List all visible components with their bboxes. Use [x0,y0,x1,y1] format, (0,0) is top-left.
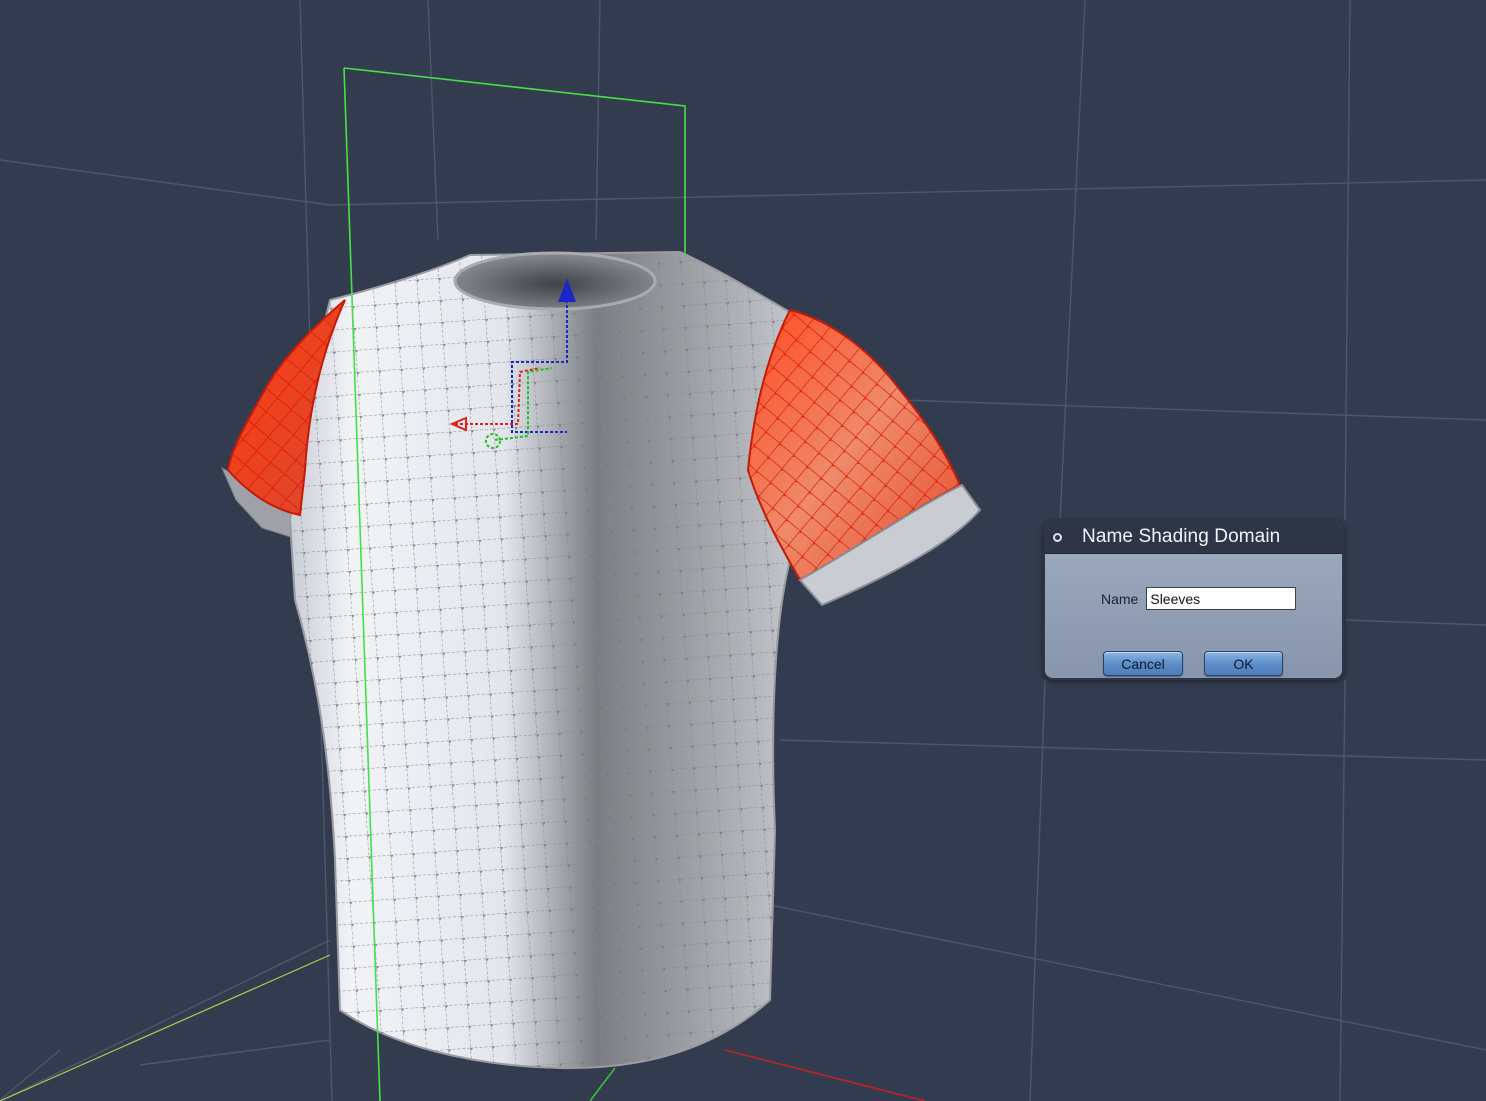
dialog-title: Name Shading Domain [1082,526,1281,547]
tshirt-mesh[interactable] [220,250,982,1070]
floor-axis-red [724,1049,926,1101]
name-label: Name [1101,590,1139,607]
cancel-button[interactable]: Cancel [1103,651,1183,676]
name-field-row: Name [1101,587,1297,610]
name-shading-domain-dialog: Name Shading Domain Name Cancel OK [1043,519,1344,680]
floor-axis-green [589,1067,616,1101]
body-wireframe [290,252,800,1069]
floor-axis-yellow [0,954,331,1101]
close-icon[interactable] [1053,532,1062,542]
ok-button[interactable]: OK [1204,651,1283,676]
dialog-titlebar[interactable]: Name Shading Domain [1045,521,1342,554]
name-input[interactable] [1146,587,1297,610]
neck-opening [453,251,657,311]
dialog-body: Name Cancel OK [1045,554,1342,678]
